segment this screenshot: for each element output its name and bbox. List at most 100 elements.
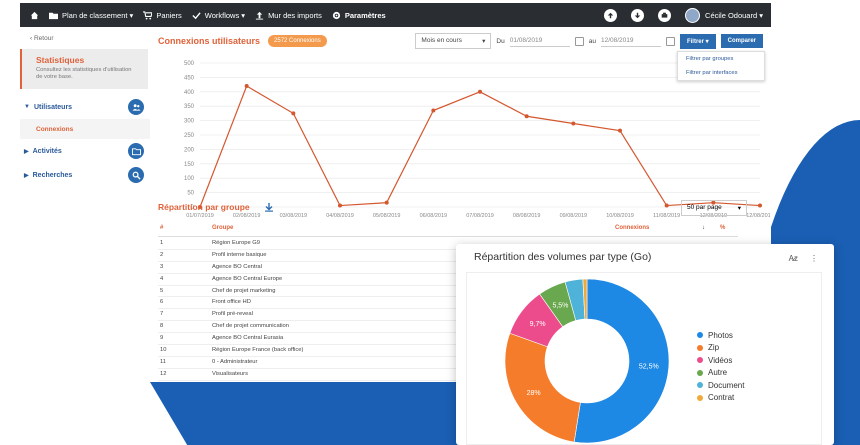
caret-right-icon: ▶ xyxy=(24,172,29,179)
slice-value-label: 28% xyxy=(527,390,541,397)
data-point xyxy=(291,111,296,116)
legend-label: Vidéos xyxy=(708,355,733,365)
row-number: 10 xyxy=(160,347,167,354)
legend-swatch xyxy=(697,369,703,376)
volume-donut-chart: 52,5% 28% 9,7% 5,5% xyxy=(504,278,670,444)
gear-icon xyxy=(332,11,340,19)
row-group: Profil pré-reveal xyxy=(212,311,253,318)
print-circle-icon[interactable] xyxy=(658,8,672,22)
statistics-subtitle: Consultez les statistiques d'utilisation… xyxy=(36,67,132,80)
date-to-input[interactable]: 12/08/2019 xyxy=(600,35,661,47)
row-group: Chef de projet communication xyxy=(212,323,290,330)
home-icon[interactable] xyxy=(30,11,39,20)
cart-icon xyxy=(143,10,153,20)
translate-icon[interactable]: A̷z xyxy=(789,254,798,263)
x-tick-label: 11/08/2019 xyxy=(653,213,680,219)
folder-icon xyxy=(128,143,144,159)
per-page-select[interactable]: 50 par page ▾ xyxy=(681,200,747,216)
nav-label: Plan de classement ▾ xyxy=(62,10,134,20)
legend-swatch xyxy=(697,382,703,389)
legend-item[interactable]: Photos xyxy=(697,329,744,342)
row-group: 0 - Administrateur xyxy=(212,358,258,365)
col-group: Groupe xyxy=(212,225,234,231)
row-number: 2 xyxy=(160,251,164,258)
row-group: Région Europe France (back office) xyxy=(212,347,304,354)
nav-mur-des-imports[interactable]: Mur des imports xyxy=(255,11,322,20)
nav-label: Mur des imports xyxy=(268,10,322,20)
y-tick-label: 250 xyxy=(184,133,195,139)
x-tick-label: 04/08/2019 xyxy=(326,213,354,219)
du-label: Du xyxy=(496,37,505,45)
sidebar-subitem-connexions[interactable]: Connexions xyxy=(20,119,150,139)
nav-workflows[interactable]: Workflows ▾ xyxy=(192,11,245,20)
upload-icon xyxy=(255,11,264,20)
data-point xyxy=(524,114,529,119)
calendar-icon[interactable] xyxy=(665,36,675,46)
y-tick-label: 50 xyxy=(187,191,194,197)
row-number: 6 xyxy=(160,299,164,306)
date-from-input[interactable]: 01/08/2019 xyxy=(509,35,570,47)
legend-swatch xyxy=(697,394,703,401)
download-icon[interactable] xyxy=(264,202,274,212)
repartition-header: Répartition par groupe xyxy=(158,202,274,212)
col-number: # xyxy=(160,225,164,231)
upload-circle-icon[interactable] xyxy=(604,8,618,22)
x-tick-label: 09/08/2019 xyxy=(560,213,588,219)
legend-label: Document xyxy=(708,380,745,390)
nav-paniers[interactable]: Paniers xyxy=(143,10,182,20)
nav-parametres[interactable]: Paramètres xyxy=(332,11,386,20)
row-number: 11 xyxy=(160,358,167,365)
legend-label: Contrat xyxy=(708,393,735,403)
period-value: Mois en cours xyxy=(421,37,462,44)
row-number: 1 xyxy=(160,240,164,246)
nav-label: Workflows ▾ xyxy=(204,10,246,20)
top-navigation: Plan de classement ▾ Paniers Workflows ▾… xyxy=(20,3,771,27)
legend-item[interactable]: Zip xyxy=(697,342,744,355)
filter-by-groups-option[interactable]: Filtrer par groupes xyxy=(678,52,764,66)
check-icon xyxy=(192,11,201,19)
x-tick-label: 05/08/2019 xyxy=(373,213,401,219)
data-point xyxy=(571,121,576,126)
x-tick-label: 03/08/2019 xyxy=(280,213,308,219)
period-select[interactable]: Mois en cours ▾ xyxy=(415,33,492,49)
folder-icon xyxy=(49,12,58,19)
y-tick-label: 200 xyxy=(184,147,195,153)
caret-down-icon: ▼ xyxy=(24,104,30,110)
y-tick-label: 450 xyxy=(184,75,195,81)
background-shape-left xyxy=(150,382,460,445)
back-link[interactable]: ‹ Retour xyxy=(20,27,150,49)
row-number: 12 xyxy=(160,370,167,377)
more-vert-icon[interactable]: ⋮ xyxy=(810,254,818,263)
calendar-icon[interactable] xyxy=(574,36,584,46)
row-group: Région Europe G9 xyxy=(212,240,261,246)
sidebar-item-activites[interactable]: ▶ Activités xyxy=(20,139,150,163)
legend-item[interactable]: Autre xyxy=(697,367,744,380)
legend-label: Photos xyxy=(708,330,733,340)
legend-item[interactable]: Document xyxy=(697,379,744,392)
search-icon xyxy=(128,167,144,183)
col-connexions[interactable]: Connexions xyxy=(615,225,649,231)
row-number: 8 xyxy=(160,323,164,330)
compare-button[interactable]: Comparer xyxy=(720,34,763,48)
filter-by-interfaces-option[interactable]: Filtrer par interfaces xyxy=(678,66,764,80)
sidebar-item-label: Recherches xyxy=(32,171,73,179)
row-number: 9 xyxy=(160,335,164,342)
legend-item[interactable]: Contrat xyxy=(697,392,744,405)
y-tick-label: 400 xyxy=(184,90,195,96)
caret-right-icon: ▶ xyxy=(24,148,29,155)
col-percent: % xyxy=(720,225,726,231)
sidebar-item-utilisateurs[interactable]: ▼ Utilisateurs xyxy=(20,95,150,119)
row-group: Profil interne basique xyxy=(212,251,267,258)
sort-arrow-icon[interactable]: ↓ xyxy=(702,225,705,231)
legend-swatch xyxy=(697,332,703,339)
x-tick-label: 10/08/2019 xyxy=(606,213,634,219)
nav-plan-de-classement[interactable]: Plan de classement ▾ xyxy=(49,11,133,20)
row-group: Chef de projet marketing xyxy=(212,287,276,294)
user-menu[interactable]: Cécile Odouard ▾ xyxy=(685,7,763,23)
download-circle-icon[interactable] xyxy=(631,8,645,22)
filter-button[interactable]: Filtrer ▾ xyxy=(679,33,716,49)
row-group: Agence BO Central Eurasia xyxy=(212,335,284,342)
legend-item[interactable]: Vidéos xyxy=(697,354,744,367)
connections-series-line xyxy=(199,85,761,208)
sidebar-item-recherches[interactable]: ▶ Recherches xyxy=(20,163,150,187)
